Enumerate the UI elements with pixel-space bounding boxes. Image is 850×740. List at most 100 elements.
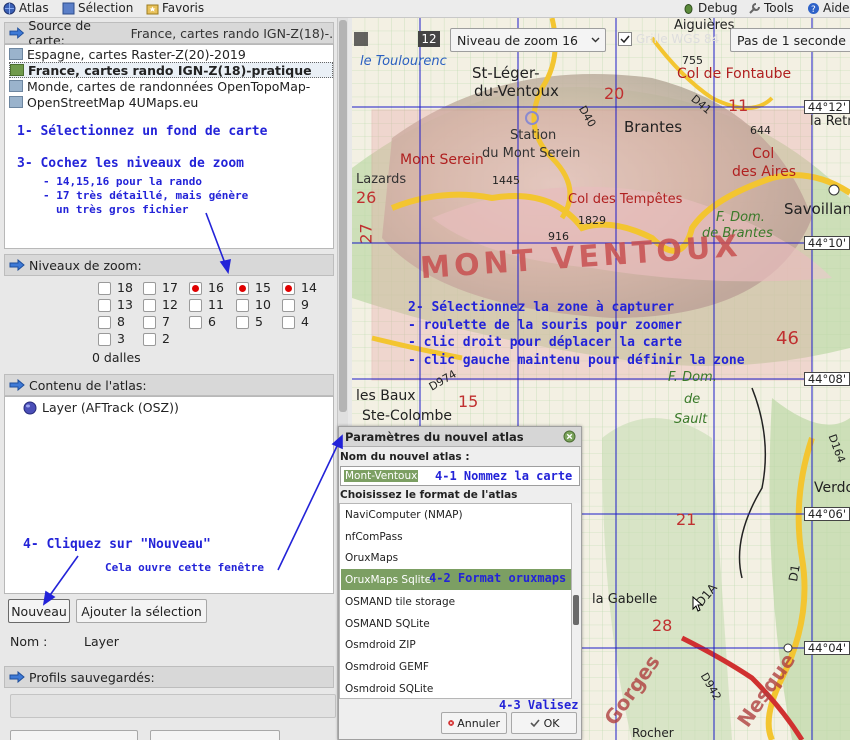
- scrollbar-thumb[interactable]: [573, 595, 579, 625]
- name-field[interactable]: Layer: [80, 630, 334, 652]
- zoom-level-checkbox[interactable]: [282, 299, 295, 312]
- map-label: 644: [750, 124, 771, 137]
- atlas-layer[interactable]: Layer (AFTrack (OSZ)): [23, 400, 179, 415]
- annotation-step2c: - clic gauche maintenu pour définir la z…: [408, 353, 745, 368]
- profile-button-1[interactable]: [10, 730, 138, 740]
- atlas-name-label: Nom du nouvel atlas :: [340, 451, 470, 463]
- menu-aide[interactable]: ? Aide: [807, 1, 850, 15]
- latitude-label: 44°10': [803, 236, 850, 250]
- zoom-level-checkbox[interactable]: [143, 316, 156, 329]
- ok-button[interactable]: OK: [511, 712, 577, 734]
- map-grid-number: 11: [728, 96, 749, 115]
- scrollbar-thumb[interactable]: [339, 20, 347, 412]
- map-icon: [9, 80, 23, 92]
- zoom-level-checkbox[interactable]: [98, 282, 111, 295]
- zoom-level-label: 9: [301, 297, 309, 312]
- zoom-slider-icon[interactable]: [354, 32, 368, 46]
- menu-aide-label: Aide: [823, 1, 850, 15]
- menu-selection[interactable]: Sélection: [62, 1, 133, 15]
- map-label: 755: [682, 54, 703, 67]
- name-label: Nom :: [10, 634, 48, 649]
- zoom-level-checkbox[interactable]: [282, 316, 295, 329]
- zoom-level-checkbox[interactable]: [98, 299, 111, 312]
- source-item-label: OpenStreetMap 4UMaps.eu: [27, 94, 199, 110]
- chevron-down-icon: [591, 37, 600, 43]
- format-item[interactable]: OSMAND tile storage: [341, 590, 571, 612]
- profiles-header[interactable]: Profils sauvegardés:: [4, 666, 334, 688]
- zoom-level-checkbox[interactable]: [282, 282, 295, 295]
- zoom-level-checkbox[interactable]: [189, 282, 202, 295]
- menu-tools[interactable]: Tools: [748, 1, 794, 15]
- format-item[interactable]: NaviComputer (NMAP): [341, 504, 571, 525]
- map-label: F. Dom.: [668, 370, 717, 385]
- close-icon[interactable]: [563, 430, 576, 443]
- grid-checkbox[interactable]: [618, 32, 632, 46]
- zoom-level-checkbox[interactable]: [98, 316, 111, 329]
- map-label: Station: [510, 128, 557, 143]
- source-item[interactable]: OpenStreetMap 4UMaps.eu: [9, 94, 198, 110]
- annotation-step3c: un très gros fichier: [56, 203, 189, 216]
- source-item-selected[interactable]: France, cartes rando IGN-Z(18)-pratique: [9, 62, 333, 78]
- cancel-button[interactable]: Annuler: [441, 712, 507, 734]
- zoom-level-label: 16: [208, 280, 224, 295]
- zoom-level-label: 3: [117, 331, 125, 346]
- zoom-level-select[interactable]: Niveau de zoom 16: [450, 28, 606, 52]
- grid-step-select[interactable]: Pas de 1 seconde: [730, 28, 850, 52]
- new-atlas-button[interactable]: Nouveau: [8, 599, 70, 623]
- profiles-combo[interactable]: [10, 694, 336, 718]
- map-grid-number: 20: [604, 84, 625, 103]
- add-selection-button[interactable]: Ajouter la sélection: [76, 599, 207, 623]
- source-item[interactable]: Monde, cartes de randonnées OpenTopoMap-: [9, 78, 310, 94]
- atlas-header[interactable]: Contenu de l'atlas:: [4, 374, 334, 396]
- format-item[interactable]: Osmdroid SQLite: [341, 677, 571, 698]
- zoom-level-checkbox[interactable]: [189, 316, 202, 329]
- menu-debug[interactable]: Debug: [682, 1, 737, 15]
- map-icon: [10, 64, 24, 76]
- map-label: la Retra: [810, 114, 850, 129]
- menu-atlas[interactable]: Atlas: [3, 1, 49, 15]
- source-item-label: Espagne, cartes Raster-Z(20)-2019: [27, 46, 246, 62]
- zoom-level-checkbox[interactable]: [143, 333, 156, 346]
- zoom-level-checkbox[interactable]: [189, 299, 202, 312]
- zoom-level-checkbox[interactable]: [236, 299, 249, 312]
- zoom-level-checkbox[interactable]: [236, 282, 249, 295]
- format-item[interactable]: OSMAND SQLite: [341, 612, 571, 634]
- source-item[interactable]: Espagne, cartes Raster-Z(20)-2019: [9, 46, 246, 62]
- zoom-level-checkbox[interactable]: [98, 333, 111, 346]
- zoom-level-select-value: Niveau de zoom 16: [457, 33, 578, 48]
- format-scrollbar[interactable]: [572, 503, 581, 699]
- zoom-level-label: 15: [255, 280, 271, 295]
- map-grid-number: 21: [676, 510, 697, 529]
- mouse-cursor-icon: [692, 596, 704, 612]
- zoom-level-label: 6: [208, 314, 216, 329]
- profile-button-2[interactable]: [150, 730, 280, 740]
- left-panel: Source de carte: France, cartes rando IG…: [0, 18, 348, 740]
- dialog-title-text: Paramètres du nouvel atlas: [345, 430, 524, 444]
- zoom-level-label: 11: [208, 297, 224, 312]
- source-header[interactable]: Source de carte: France, cartes rando IG…: [4, 18, 334, 48]
- atlas-header-label: Contenu de l'atlas:: [29, 377, 147, 393]
- map-label: Col: [752, 146, 775, 162]
- map-label: Sault: [674, 412, 708, 427]
- format-item[interactable]: OruxMaps: [341, 547, 571, 569]
- map-label: Ste-Colombe: [362, 408, 452, 424]
- zoom-level-checkbox[interactable]: [236, 316, 249, 329]
- map-icon: [9, 48, 23, 60]
- zoom-level-checkbox[interactable]: [143, 299, 156, 312]
- source-item-label: France, cartes rando IGN-Z(18)-pratique: [28, 62, 312, 78]
- source-header-value: France, cartes rando IGN-Z(18)-...: [130, 25, 333, 41]
- zoom-level-checkbox[interactable]: [143, 282, 156, 295]
- map-label: du-Ventoux: [474, 82, 559, 100]
- zoom-header[interactable]: Niveaux de zoom:: [4, 254, 334, 276]
- map-label: du Mont Serein: [482, 146, 581, 161]
- dialog-title: Paramètres du nouvel atlas: [339, 427, 581, 447]
- format-item[interactable]: Osmdroid ZIP: [341, 634, 571, 656]
- format-item[interactable]: Osmdroid GEMF: [341, 655, 571, 677]
- menu-tools-label: Tools: [764, 1, 794, 15]
- format-item[interactable]: nfComPass: [341, 525, 571, 547]
- svg-text:?: ?: [811, 5, 816, 15]
- zoom-badge: 12: [418, 31, 440, 47]
- grid-checkbox-label: Grille WGS 84: [636, 32, 720, 46]
- format-label: Choisissez le format de l'atlas: [340, 489, 518, 501]
- menu-favoris[interactable]: Favoris: [146, 1, 204, 15]
